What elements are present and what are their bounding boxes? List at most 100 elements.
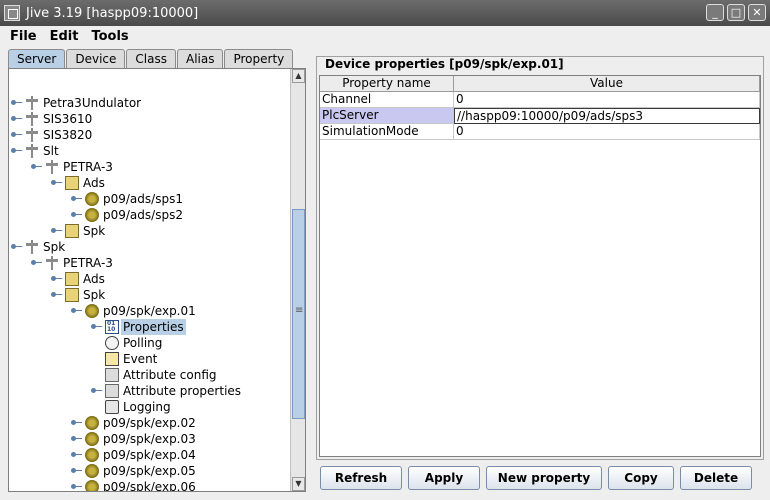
tree-node-label: Polling [123,336,163,350]
refresh-button[interactable]: Refresh [320,466,402,490]
tree-node[interactable]: p09/spk/exp.04 [9,447,291,463]
copy-button[interactable]: Copy [608,466,674,490]
tree-scrollbar[interactable]: ▲ ▼ [290,69,305,491]
tree-node[interactable]: Spk [9,223,291,239]
property-name-cell[interactable]: Channel [320,92,454,108]
tree-node-label: Ads [83,176,105,190]
tree-toggle-icon[interactable] [51,180,62,185]
property-name-cell[interactable]: SimulationMode [320,124,454,140]
group-title: Device properties [p09/spk/exp.01] [323,57,566,71]
tree-node[interactable]: p09/spk/exp.02 [9,415,291,431]
window-title: Jive 3.19 [haspp09:10000] [26,5,199,21]
minimize-button[interactable]: _ [706,4,724,21]
tree-node[interactable]: p09/spk/exp.05 [9,463,291,479]
tree-node-label: p09/ads/sps1 [103,192,183,206]
column-header-name[interactable]: Property name [320,76,454,92]
tree-toggle-icon[interactable] [71,420,82,425]
tree-toggle-icon[interactable] [91,388,102,393]
property-name-cell[interactable]: PlcServer [320,108,454,124]
tree-node[interactable]: SIS3610 [9,111,291,127]
tab-server[interactable]: Server [8,49,66,68]
menu-edit[interactable]: Edit [42,29,84,44]
tree-toggle-icon[interactable] [51,276,62,281]
tree-node-label: SIS3820 [43,128,93,142]
delete-button[interactable]: Delete [680,466,752,490]
tree-node[interactable]: Spk [9,287,291,303]
tree-toggle-icon[interactable] [71,308,82,313]
tree-node-label: Attribute config [123,368,217,382]
tree-node[interactable]: Polling [9,335,291,351]
tree-toggle-icon[interactable] [71,436,82,441]
tree-node[interactable]: p09/ads/sps2 [9,207,291,223]
maximize-button[interactable]: □ [727,4,745,21]
tree-node[interactable]: p09/spk/exp.06 [9,479,291,491]
device-icon [85,304,99,318]
class-icon [65,288,79,302]
tree-node-label: p09/spk/exp.06 [103,480,196,491]
properties-icon [105,320,119,334]
tree-toggle-icon[interactable] [71,452,82,457]
tab-alias[interactable]: Alias [176,49,224,68]
tree-node[interactable]: Properties [9,319,291,335]
property-value-cell[interactable]: 0 [454,92,760,108]
server-icon [45,160,59,174]
tree-toggle-icon[interactable] [11,116,22,121]
property-value-cell[interactable]: //haspp09:10000/p09/ads/sps3 [454,108,760,124]
left-panel: Server Device Class Alias Property Petra… [4,48,306,494]
tree-node[interactable]: Spk [9,239,291,255]
tree-toggle-icon[interactable] [11,244,22,249]
tree-toggle-icon[interactable] [51,228,62,233]
tree-toggle-icon[interactable] [51,292,62,297]
device-icon [85,192,99,206]
tree-node[interactable]: Ads [9,271,291,287]
tab-device[interactable]: Device [66,49,126,68]
tree-node-label: p09/spk/exp.02 [103,416,196,430]
tree-node[interactable]: Ads [9,175,291,191]
tree-toggle-icon[interactable] [91,324,102,329]
scroll-thumb[interactable] [292,209,305,419]
tree-toggle-icon[interactable] [71,212,82,217]
tree-node[interactable]: Attribute config [9,367,291,383]
tree-node[interactable]: Event [9,351,291,367]
tree-toggle-icon[interactable] [11,100,22,105]
tree-toggle-icon[interactable] [31,164,42,169]
tab-property[interactable]: Property [224,49,294,68]
menu-tools[interactable]: Tools [83,29,133,44]
tree-toggle-icon[interactable] [31,260,42,265]
tree-node[interactable]: Attribute properties [9,383,291,399]
tree-toggle-icon[interactable] [11,132,22,137]
attribute-properties-icon [105,384,119,398]
tree-node[interactable]: PETRA-3 [9,255,291,271]
scroll-down-icon[interactable]: ▼ [292,477,305,491]
new-property-button[interactable]: New property [486,466,602,490]
tree-node[interactable]: PETRA-3 [9,159,291,175]
server-icon [25,112,39,126]
tree-toggle-icon[interactable] [71,196,82,201]
server-tree[interactable]: Petra3Undulator SIS3610 SIS3820 Slt PETRA-3 A… [8,68,306,492]
app-icon [4,5,20,21]
tree-node[interactable]: Petra3Undulator [9,95,291,111]
tree-toggle-icon[interactable] [71,468,82,473]
tree-node-label: Logging [123,400,171,414]
attribute-config-icon [105,368,119,382]
tree-node[interactable]: SIS3820 [9,127,291,143]
apply-button[interactable]: Apply [408,466,480,490]
close-button[interactable]: ✕ [748,4,766,21]
window-controls: _ □ ✕ [706,4,766,21]
scroll-up-icon[interactable]: ▲ [292,69,305,83]
properties-table: Property name Value Channel 0 PlcServer … [319,75,761,457]
tree-node[interactable]: p09/spk/exp.03 [9,431,291,447]
column-header-value[interactable]: Value [454,76,760,92]
menu-file[interactable]: File [0,29,42,44]
property-value-cell[interactable]: 0 [454,124,760,140]
tree-node-label: SIS3610 [43,112,93,126]
tab-class[interactable]: Class [126,49,176,68]
tree-toggle-icon[interactable] [71,484,82,489]
device-icon [85,416,99,430]
tree-toggle-icon[interactable] [11,148,22,153]
tree-node[interactable]: Logging [9,399,291,415]
tree-node-label: Ads [83,272,105,286]
tree-node[interactable]: Slt [9,143,291,159]
tree-node[interactable]: p09/ads/sps1 [9,191,291,207]
tree-node[interactable]: p09/spk/exp.01 [9,303,291,319]
